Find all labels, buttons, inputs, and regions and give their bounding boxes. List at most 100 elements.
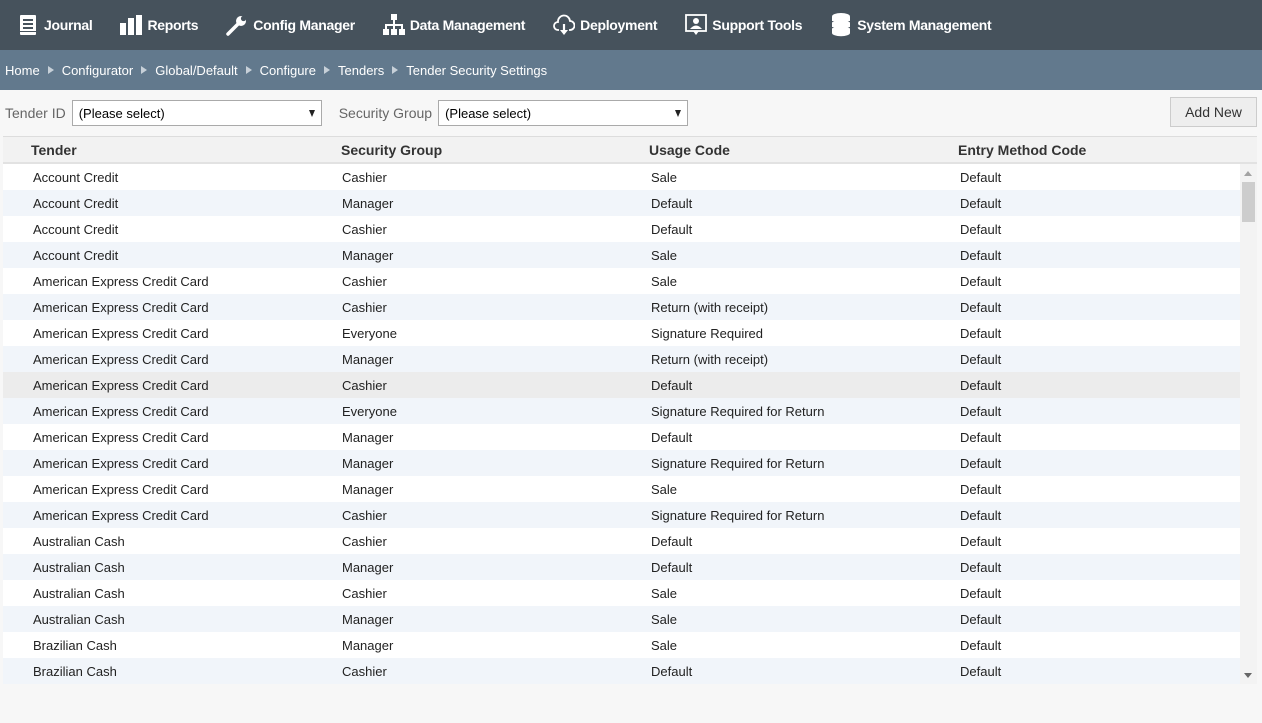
breadcrumb-separator-icon (245, 66, 252, 74)
cell-tender: American Express Credit Card (33, 351, 209, 367)
cell-security-group: Cashier (342, 221, 387, 237)
cell-entry-method-code: Default (960, 611, 1002, 627)
table-row[interactable]: American Express Credit Card Manager Defau… (3, 424, 1240, 450)
cell-usage-code: Sale (651, 637, 678, 653)
nav-journal[interactable]: Journal (17, 14, 93, 36)
table-row[interactable]: Account Credit Cashier Default Default (3, 216, 1240, 242)
breadcrumb-separator-icon (47, 66, 54, 74)
cell-tender: Australian Cash (33, 611, 125, 627)
nav-label: Config Manager (253, 17, 355, 33)
column-header-usage-code[interactable]: Usage Code (649, 142, 958, 158)
breadcrumb-current: Tender Security Settings (406, 62, 548, 78)
table-row[interactable]: Australian Cash Cashier Sale Default (3, 580, 1240, 606)
cell-entry-method-code: Default (960, 221, 1002, 237)
cell-usage-code: Sale (651, 481, 678, 497)
database-icon (830, 13, 852, 37)
cell-tender: Australian Cash (33, 585, 125, 601)
table-row[interactable]: Account Credit Manager Sale Default (3, 242, 1240, 268)
cell-entry-method-code: Default (960, 273, 1002, 289)
cell-tender: Account Credit (33, 169, 119, 185)
table-row[interactable]: American Express Credit Card Cashier Sale D… (3, 268, 1240, 294)
tender-id-label: Tender ID (5, 105, 66, 121)
cell-usage-code: Signature Required for Return (651, 403, 825, 419)
security-group-value: (Please select) (445, 105, 532, 121)
nav-system-management[interactable]: System Management (830, 13, 992, 37)
cell-security-group: Cashier (342, 169, 387, 185)
table-row[interactable]: Account Credit Cashier Sale Default (3, 164, 1240, 190)
column-header-entry-method-code[interactable]: Entry Method Code (958, 142, 1086, 158)
table-row[interactable]: American Express Credit Card Manager Retur… (3, 346, 1240, 372)
nav-deployment[interactable]: Deployment (553, 14, 658, 36)
cell-usage-code: Signature Required for Return (651, 455, 825, 471)
table-row[interactable]: American Express Credit Card Manager Signa… (3, 450, 1240, 476)
table-row[interactable]: Brazilian Cash Cashier Default Default (3, 658, 1240, 684)
cell-usage-code: Return (with receipt) (651, 299, 769, 315)
table-row[interactable]: American Express Credit Card Cashier Defau… (3, 372, 1257, 398)
table-row[interactable]: Australian Cash Manager Default Default (3, 554, 1240, 580)
cell-security-group: Manager (342, 195, 394, 211)
cell-entry-method-code: Default (960, 559, 1002, 575)
column-header-tender[interactable]: Tender (3, 142, 341, 158)
cell-tender: American Express Credit Card (33, 403, 209, 419)
cell-security-group: Manager (342, 481, 394, 497)
cell-tender: Account Credit (33, 195, 119, 211)
scroll-up-arrow-icon[interactable] (1244, 171, 1252, 176)
top-navigation: Journal Reports Config Manager Data Mana… (0, 0, 1262, 50)
table-row[interactable]: American Express Credit Card Cashier Retur… (3, 294, 1240, 320)
cell-security-group: Manager (342, 429, 394, 445)
vertical-scrollbar[interactable] (1240, 164, 1257, 684)
breadcrumb-home[interactable]: Home (5, 63, 40, 78)
cell-usage-code: Default (651, 559, 693, 575)
cell-security-group: Everyone (342, 325, 397, 341)
cell-tender: American Express Credit Card (33, 377, 209, 393)
nav-label: Reports (147, 17, 199, 33)
cell-tender: American Express Credit Card (33, 299, 209, 315)
cell-security-group: Manager (342, 351, 394, 367)
tender-id-select[interactable]: (Please select) (71, 100, 322, 126)
breadcrumb-separator-icon (324, 66, 330, 74)
cell-tender: Account Credit (33, 221, 119, 237)
table-row[interactable]: American Express Credit Card Manager Sale D… (3, 476, 1240, 502)
cell-tender: American Express Credit Card (33, 481, 209, 497)
cell-security-group: Cashier (342, 299, 387, 315)
breadcrumb-configure[interactable]: Configure (260, 63, 316, 78)
cell-security-group: Cashier (342, 533, 387, 549)
bar-chart-icon (120, 14, 143, 36)
table-body: Account Credit Cashier Sale Default Account … (3, 164, 1257, 684)
security-group-select[interactable]: (Please select) (438, 100, 689, 126)
add-new-button[interactable]: Add New (1170, 97, 1257, 127)
table-row[interactable]: Australian Cash Manager Sale Default (3, 606, 1240, 632)
cell-entry-method-code: Default (960, 507, 1002, 523)
scroll-down-arrow-icon[interactable] (1244, 673, 1252, 678)
scrollbar-thumb[interactable] (1242, 182, 1255, 222)
breadcrumb-configurator[interactable]: Configurator (62, 63, 134, 78)
nav-config-manager[interactable]: Config Manager (226, 14, 355, 36)
breadcrumb-global-default[interactable]: Global/Default (155, 63, 237, 78)
nav-support-tools[interactable]: Support Tools (685, 14, 803, 36)
cell-security-group: Everyone (342, 403, 397, 419)
breadcrumb-tenders[interactable]: Tenders (338, 63, 384, 78)
nav-label: Support Tools (712, 17, 803, 33)
nav-reports[interactable]: Reports (120, 14, 199, 36)
table-row[interactable]: American Express Credit Card Everyone Sign… (3, 398, 1240, 424)
cell-usage-code: Default (651, 377, 693, 393)
journal-icon (17, 14, 39, 36)
cell-entry-method-code: Default (960, 637, 1002, 653)
cell-security-group: Manager (342, 455, 394, 471)
table-row[interactable]: American Express Credit Card Everyone Sign… (3, 320, 1240, 346)
support-person-icon (685, 14, 708, 36)
wrench-icon (226, 14, 248, 36)
table-row[interactable]: Account Credit Manager Default Default (3, 190, 1240, 216)
cell-entry-method-code: Default (960, 663, 1002, 679)
column-header-security-group[interactable]: Security Group (341, 142, 649, 158)
cell-usage-code: Return (with receipt) (651, 351, 769, 367)
cell-tender: American Express Credit Card (33, 507, 209, 523)
cell-usage-code: Sale (651, 585, 678, 601)
nav-data-management[interactable]: Data Management (382, 14, 525, 36)
cell-security-group: Cashier (342, 377, 387, 393)
table-row[interactable]: American Express Credit Card Cashier Signa… (3, 502, 1240, 528)
table-row[interactable]: Australian Cash Cashier Default Default (3, 528, 1240, 554)
table-row[interactable]: Brazilian Cash Manager Sale Default (3, 632, 1240, 658)
cell-entry-method-code: Default (960, 247, 1002, 263)
cell-entry-method-code: Default (960, 533, 1002, 549)
